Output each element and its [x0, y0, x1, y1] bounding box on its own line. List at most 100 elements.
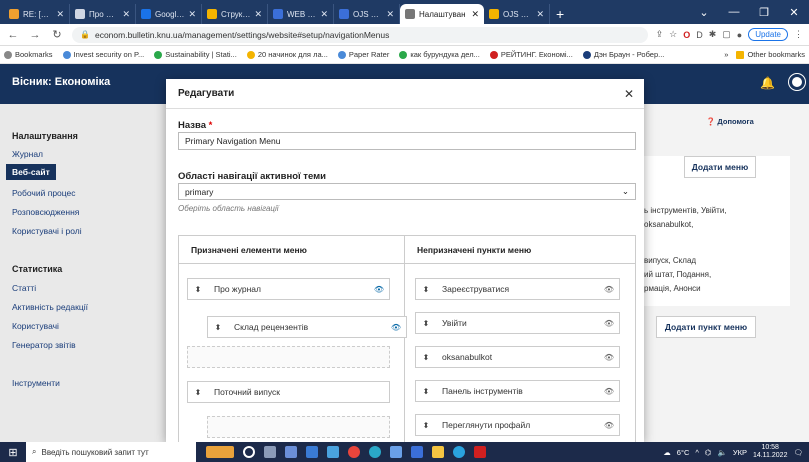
browser-tab[interactable]: Про журнал✕ — [70, 4, 136, 24]
task-view-icon[interactable] — [264, 446, 276, 458]
share-icon[interactable]: ⇪ — [656, 29, 664, 40]
weather-temp[interactable]: 6°C — [677, 448, 690, 457]
browser-tab[interactable]: RE: [Ticket#3✕ — [4, 4, 70, 24]
bookmark-item[interactable]: Bookmarks — [4, 50, 53, 59]
close-icon[interactable]: ✕ — [624, 87, 634, 101]
profile-avatar-icon[interactable]: ● — [737, 30, 742, 40]
drag-handle-icon[interactable]: ⬍ — [416, 319, 436, 328]
close-tab-icon[interactable]: ✕ — [536, 9, 544, 20]
sidebar-item-report-generator[interactable]: Генератор звітів — [12, 340, 76, 350]
drag-handle-icon[interactable]: ⬍ — [416, 285, 436, 294]
name-input[interactable]: Primary Navigation Menu — [178, 132, 636, 150]
puzzle-icon[interactable]: ✱ — [709, 29, 717, 40]
explorer-icon[interactable] — [432, 446, 444, 458]
close-tab-icon[interactable]: ✕ — [320, 9, 328, 20]
minimize-icon[interactable]: — — [719, 0, 749, 24]
unassigned-menu-item[interactable]: ⬍ Зареєструватися 👁 — [415, 278, 620, 300]
more-bookmarks-icon[interactable]: » — [724, 50, 728, 59]
close-tab-icon[interactable]: ✕ — [386, 9, 394, 20]
sidepanel-icon[interactable]: ▢ — [722, 29, 731, 40]
sidebar-item-distribution[interactable]: Розповсюдження — [12, 207, 79, 217]
bookmark-item[interactable]: Invest security on P... — [62, 50, 144, 59]
sidebar-item-workflow[interactable]: Робочий процес — [12, 188, 76, 198]
help-link[interactable]: ❓ Допомога — [706, 117, 754, 126]
close-window-icon[interactable]: ✕ — [779, 0, 809, 24]
url-field[interactable]: 🔒 econom.bulletin.knu.ua/management/sett… — [72, 26, 648, 43]
pdf-icon[interactable] — [474, 446, 486, 458]
app-icon[interactable] — [390, 446, 402, 458]
bookmark-item[interactable]: РЕЙТИНГ. Економі... — [489, 50, 573, 59]
drag-handle-icon[interactable]: ⬍ — [188, 285, 208, 294]
telegram-icon[interactable] — [453, 446, 465, 458]
notification-icon[interactable]: 🗨 — [793, 448, 803, 457]
browser-tab[interactable]: WEB structure✕ — [268, 4, 334, 24]
user-avatar-icon[interactable] — [789, 74, 805, 90]
unassigned-menu-item[interactable]: ⬍ Увійти 👁 — [415, 312, 620, 334]
update-button[interactable]: Update — [748, 28, 788, 41]
sidebar-item-users[interactable]: Користувачі — [12, 321, 59, 331]
bookmark-item[interactable]: как бурундука дел... — [399, 50, 480, 59]
tray-chevron-icon[interactable]: ^ — [695, 448, 699, 457]
close-tab-icon[interactable]: ✕ — [254, 9, 262, 20]
journal-title[interactable]: Вісник: Економіка — [12, 76, 110, 88]
app-icon[interactable] — [285, 446, 297, 458]
bookmark-item[interactable]: Paper Rater — [337, 50, 389, 59]
volume-icon[interactable]: 🔈 — [717, 448, 726, 457]
close-tab-icon[interactable]: ✕ — [56, 9, 64, 20]
eye-icon[interactable]: 👁 — [599, 387, 619, 396]
menu-dots-icon[interactable]: ⋮ — [794, 29, 803, 40]
weather-widget-icon[interactable] — [206, 446, 234, 458]
assigned-menu-item[interactable]: ⬍ Поточний випуск — [187, 381, 390, 403]
drag-handle-icon[interactable]: ⬍ — [416, 421, 436, 430]
app-icon[interactable] — [327, 446, 339, 458]
drag-handle-icon[interactable]: ⬍ — [208, 323, 228, 332]
drag-handle-icon[interactable]: ⬍ — [416, 353, 436, 362]
tab-search-icon[interactable]: ⌄ — [689, 0, 719, 24]
close-tab-icon[interactable]: ✕ — [122, 9, 130, 20]
assigned-menu-item[interactable]: ⬍ Про журнал 👁 — [187, 278, 390, 300]
opera-extension-icon[interactable]: O — [683, 30, 690, 40]
sidebar-item-editorial-activity[interactable]: Активність редакції — [12, 302, 88, 312]
network-icon[interactable]: ⌬ — [705, 448, 712, 457]
eye-icon[interactable]: 👁 — [599, 285, 619, 294]
eye-icon[interactable]: 👁 — [369, 285, 389, 294]
bookmark-item[interactable]: Дэн Браун - Робер... — [582, 50, 664, 59]
bell-icon[interactable]: 🔔 — [760, 76, 775, 90]
eye-icon[interactable]: 👁 — [386, 323, 406, 332]
close-tab-icon[interactable]: ✕ — [471, 9, 479, 20]
close-tab-icon[interactable]: ✕ — [188, 9, 196, 20]
unassigned-menu-item[interactable]: ⬍ oksanabulkot 👁 — [415, 346, 620, 368]
windows-start-icon[interactable]: ⊞ — [0, 442, 26, 462]
forward-icon[interactable]: → — [28, 29, 42, 41]
back-icon[interactable]: ← — [6, 29, 20, 41]
star-icon[interactable]: ☆ — [669, 29, 677, 40]
reload-icon[interactable]: ↻ — [50, 28, 64, 41]
edge-icon[interactable] — [369, 446, 381, 458]
browser-tab-active[interactable]: Налаштуван ✕ — [400, 4, 484, 24]
assigned-menu-item-child[interactable]: ⬍ Склад рецензентів 👁 — [207, 316, 407, 338]
eye-icon[interactable]: 👁 — [599, 353, 619, 362]
unassigned-menu-item[interactable]: ⬍ Переглянути профайл 👁 — [415, 414, 620, 436]
sidebar-item-articles[interactable]: Статті — [12, 283, 36, 293]
add-menu-item-button[interactable]: Додати пункт меню — [656, 316, 756, 338]
nav-area-select[interactable]: primary ⌄ — [178, 183, 636, 200]
add-menu-button[interactable]: Додати меню — [684, 156, 756, 178]
weather-icon[interactable]: ☁ — [663, 448, 671, 457]
store-icon[interactable] — [411, 446, 423, 458]
eye-icon[interactable]: 👁 — [599, 319, 619, 328]
language-indicator[interactable]: УКР — [733, 448, 747, 457]
maximize-icon[interactable]: ❐ — [749, 0, 779, 24]
cortana-icon[interactable] — [243, 446, 255, 458]
drag-handle-icon[interactable]: ⬍ — [188, 388, 208, 397]
unassigned-menu-item[interactable]: ⬍ Панель інструментів 👁 — [415, 380, 620, 402]
taskbar-search-input[interactable]: ⌕ Введіть пошуковий запит тут — [26, 442, 196, 462]
eye-icon[interactable]: 👁 — [599, 421, 619, 430]
other-bookmarks[interactable]: Other bookmarks — [736, 50, 805, 59]
clock[interactable]: 10:58 14.11.2022 — [753, 444, 788, 460]
bookmark-item[interactable]: 20 начинок для ла... — [246, 50, 328, 59]
browser-tab[interactable]: OJS 3: позна✕ — [484, 4, 550, 24]
chrome-icon[interactable] — [348, 446, 360, 458]
app-icon[interactable] — [306, 446, 318, 458]
sidebar-item-website[interactable]: Веб-сайт — [6, 164, 56, 180]
extension-icon[interactable]: D — [696, 30, 703, 40]
